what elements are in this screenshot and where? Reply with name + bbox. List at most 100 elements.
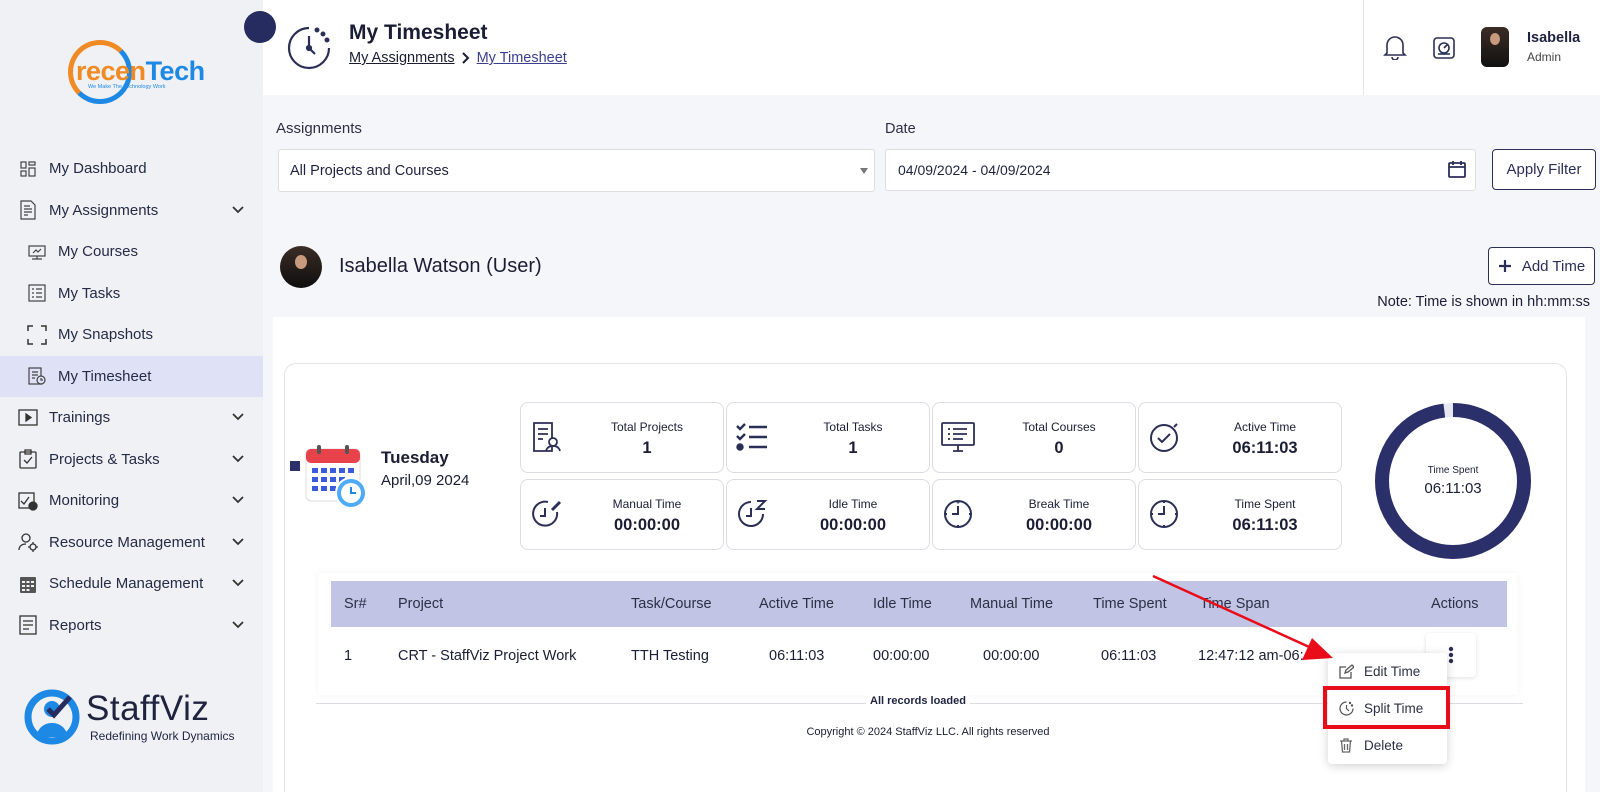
date-label: Date [885,121,916,137]
page-title: My Timesheet [349,21,488,44]
menu-item-delete[interactable]: Delete [1328,727,1447,763]
recentech-logo: recenTech We Make The Technology Work [66,36,205,108]
sidebar-item-trainings[interactable]: Trainings [0,397,263,439]
user-role: Admin [1527,50,1562,64]
stat-break-time: Break Time 00:00:00 [932,479,1136,550]
stat-label: Break Time [1028,497,1090,511]
clock-icon [1147,497,1181,531]
day-date: April,09 2024 [381,472,470,489]
sidebar-item-projects[interactable]: Projects & Tasks [0,439,263,481]
add-time-label: Add Time [1521,257,1586,275]
sidebar-item-resource[interactable]: Resource Management [0,522,263,564]
time-format-note: Note: Time is shown in hh:mm:ss [1377,294,1590,310]
sidebar-item-reports[interactable]: Reports [0,605,263,647]
stat-value: 1 [848,439,858,457]
chevron-down-icon[interactable] [231,493,245,507]
column-header: Time Span [1200,596,1270,612]
stat-value: 00:00:00 [613,516,681,534]
chevron-down-icon[interactable] [231,410,245,424]
split-time-highlight [1323,686,1450,729]
column-header: Project [398,596,444,612]
chevron-down-icon[interactable] [231,618,245,632]
sidebar-item-label: Resource Management [49,533,205,551]
stat-time-spent: Time Spent 06:11:03 [1138,479,1342,550]
sidebar-item-monitoring[interactable]: Monitoring [0,480,263,522]
assignments-select[interactable]: All Projects and Courses [278,149,875,192]
day-marker [290,461,300,471]
time-spent-donut: Time Spent 06:11:03 [1374,402,1532,560]
timesheet-clock-icon [287,26,331,70]
stat-label: Idle Time [828,497,878,511]
sidebar-item-snapshots[interactable]: My Snapshots [0,314,263,356]
chevron-down-icon[interactable] [231,535,245,549]
chevron-down-icon[interactable] [231,576,245,590]
sidebar-item-courses[interactable]: My Courses [0,231,263,273]
sidebar-item-label: Projects & Tasks [49,450,160,468]
manual-clock-icon [529,497,563,531]
bell-icon[interactable] [1383,34,1407,60]
column-header: Actions [1431,596,1479,612]
date-range-input[interactable]: 04/09/2024 - 04/09/2024 [885,149,1476,191]
menu-item-edit-time[interactable]: Edit Time [1328,653,1447,689]
stat-manual-time: Manual Time 00:00:00 [520,479,724,550]
dashboard-icon [18,159,38,179]
cell-project: CRT - StaffViz Project Work [398,648,577,664]
top-header: My Timesheet My Assignments My Timesheet… [263,0,1600,95]
staffviz-logo: StaffViz Redefining Work Dynamics [24,685,254,755]
column-header: Manual Time [970,596,1054,612]
sidebar-item-dashboard[interactable]: My Dashboard [0,148,263,190]
header-divider [1363,0,1364,95]
sidebar-item-label: Schedule Management [49,575,204,593]
monitor-list-icon [941,420,975,454]
logo-text-b: Tech [145,56,206,86]
records-status: All records loaded [866,695,970,707]
trainings-icon [18,408,38,428]
user-name[interactable]: Isabella [1527,30,1580,46]
stat-label: Total Tasks [823,420,883,434]
day-calendar-icon [305,445,367,509]
sidebar-item-label: My Timesheet [58,367,152,385]
column-header: Active Time [759,596,834,612]
day-weekday: Tuesday [381,448,449,467]
stat-value: 00:00:00 [1025,516,1093,534]
kebab-menu-icon [1448,646,1454,664]
sidebar-item-schedule[interactable]: Schedule Management [0,563,263,605]
sidebar-item-label: My Assignments [49,201,159,219]
breadcrumb-timesheet[interactable]: My Timesheet [477,50,567,66]
cell-task: TTH Testing [631,648,709,664]
stat-value: 00:00:00 [819,516,887,534]
table-header: Sr# Project Task/Course Active Time Idle… [331,581,1507,627]
reports-icon [18,615,38,635]
stat-active-time: Active Time 06:11:03 [1138,402,1342,473]
sidebar-item-tasks[interactable]: My Tasks [0,273,263,315]
stat-value: 06:11:03 [1232,516,1298,534]
breadcrumb: My Assignments My Timesheet [349,50,567,66]
logo-tagline: We Make The Technology Work [88,84,166,90]
user-display-name: Isabella Watson (User) [339,255,542,277]
add-time-button[interactable]: Add Time [1488,247,1595,285]
sidebar-item-assignments[interactable]: My Assignments [0,190,263,232]
cell-manual-time: 00:00:00 [983,648,1040,664]
logo-text-a: recen [76,56,146,86]
dashboard-widget-icon[interactable] [1433,37,1455,59]
stat-total-tasks: Total Tasks 1 [726,402,930,473]
stat-value: 1 [642,439,652,457]
sidebar-item-timesheet[interactable]: My Timesheet [0,355,263,397]
apply-filter-button[interactable]: Apply Filter [1492,149,1596,190]
user-row-avatar [280,246,322,288]
user-avatar[interactable] [1481,27,1509,67]
breadcrumb-assignments[interactable]: My Assignments [349,50,455,66]
resource-icon [18,532,38,553]
sidebar-toggle-dot[interactable] [244,11,276,43]
sidebar: recenTech We Make The Technology Work My… [0,0,263,792]
edit-icon [1338,663,1354,679]
assignments-icon [18,200,38,220]
schedule-icon [18,574,38,594]
chevron-down-icon[interactable] [231,203,245,217]
stat-label: Total Projects [610,420,684,434]
calendar-icon[interactable] [1447,159,1467,179]
sidebar-item-label: My Tasks [58,284,121,302]
sidebar-item-label: My Dashboard [49,160,147,178]
sidebar-item-label: Monitoring [49,492,120,510]
chevron-down-icon[interactable] [231,452,245,466]
